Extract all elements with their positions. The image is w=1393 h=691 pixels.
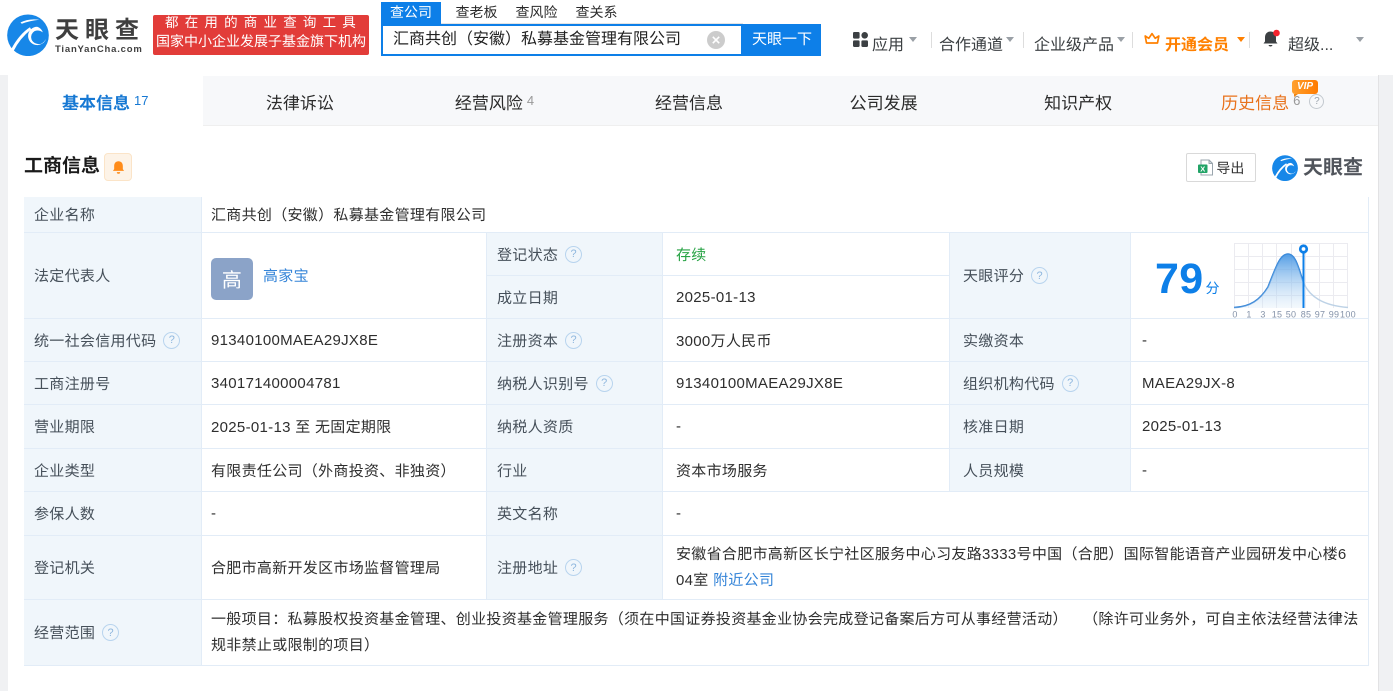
svg-text:15: 15 (1272, 310, 1283, 320)
svg-text:100: 100 (1340, 310, 1356, 320)
svg-text:99: 99 (1329, 310, 1340, 320)
svg-text:50: 50 (1286, 310, 1297, 320)
svg-text:0: 0 (1232, 310, 1237, 320)
svg-text:1: 1 (1246, 310, 1251, 320)
svg-text:X: X (1200, 165, 1205, 174)
svg-text:3: 3 (1260, 310, 1265, 320)
svg-text:97: 97 (1315, 310, 1326, 320)
svg-text:85: 85 (1301, 310, 1312, 320)
